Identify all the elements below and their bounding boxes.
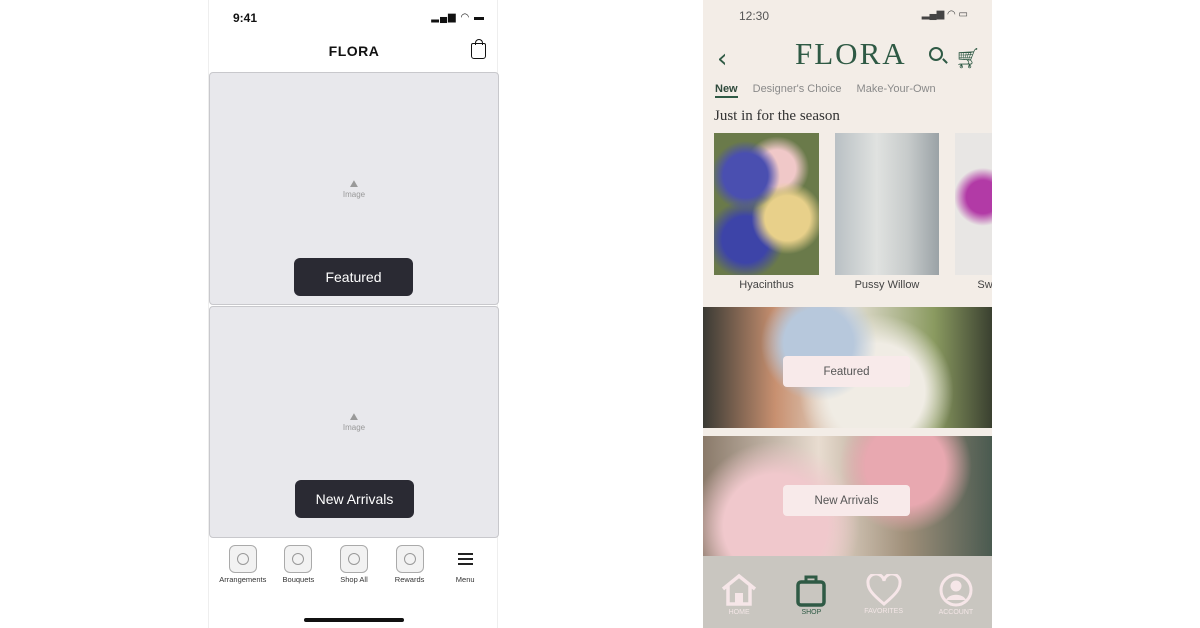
nav-home[interactable]: HOME	[709, 573, 769, 616]
search-icon[interactable]	[929, 47, 943, 61]
nav-shop[interactable]: SHOP	[781, 573, 841, 616]
nav-account[interactable]: ACCOUNT	[926, 573, 986, 616]
bottom-nav: Arrangements Bouquets Shop All Rewards M…	[209, 545, 499, 584]
product-name: Sw	[977, 279, 992, 291]
product-name: Pussy Willow	[854, 279, 920, 291]
product-image-pussy-willow[interactable]	[835, 133, 939, 275]
status-time: 12:30	[739, 9, 770, 23]
new-arrivals-card[interactable]: ⛰ Image New Arrivals	[209, 306, 499, 538]
nav-menu[interactable]: Menu	[437, 545, 493, 584]
image-placeholder: ⛰ Image	[210, 412, 498, 432]
status-icons: ▂▄▆ ◠ ▬	[431, 12, 485, 23]
placeholder-icon	[284, 545, 313, 573]
app-title: FLORA	[328, 43, 380, 59]
home-icon	[722, 573, 757, 606]
featured-banner[interactable]: Featured	[703, 307, 992, 428]
nav-shop-all[interactable]: Shop All	[326, 545, 382, 584]
tab-new[interactable]: New	[715, 83, 738, 98]
heart-icon	[866, 573, 902, 606]
account-icon	[939, 573, 973, 606]
tab-designers-choice[interactable]: Designer's Choice	[753, 83, 842, 98]
nav-rewards[interactable]: Rewards	[382, 545, 438, 584]
nav-favorites[interactable]: FAVORITES	[854, 573, 914, 615]
new-arrivals-banner[interactable]: New Arrivals	[703, 436, 992, 556]
menu-icon	[451, 545, 479, 573]
cart-icon[interactable]	[471, 39, 486, 59]
image-icon: ⛰	[349, 179, 359, 190]
image-icon: ⛰	[349, 412, 359, 423]
featured-button[interactable]: Featured	[294, 258, 413, 296]
shopping-bag-icon	[796, 575, 827, 607]
placeholder-icon	[228, 545, 257, 573]
featured-button[interactable]: Featured	[783, 356, 910, 387]
product-image-sweet-pea[interactable]	[955, 133, 992, 275]
new-arrivals-button[interactable]: New Arrivals	[295, 480, 414, 518]
wireframe-phone: 9:41 ▂▄▆ ◠ ▬ FLORA ⛰ Image Featured ⛰ Imag…	[208, 0, 499, 628]
cart-icon[interactable]: 🛒︎	[955, 46, 980, 71]
logo: FLORA	[795, 36, 907, 71]
featured-card[interactable]: ⛰ Image Featured	[209, 72, 499, 305]
new-arrivals-button[interactable]: New Arrivals	[783, 485, 910, 516]
nav-arrangements[interactable]: Arrangements	[215, 545, 271, 584]
tab-make-your-own[interactable]: Make-Your-Own	[857, 83, 936, 98]
bottom-nav: HOME SHOP FAVORITES ACCOUNT	[703, 556, 992, 628]
nav-bouquets[interactable]: Bouquets	[271, 545, 327, 584]
product-image-hyacinthus[interactable]	[714, 133, 819, 275]
tabs: New Designer's Choice Make-Your-Own	[715, 83, 936, 98]
placeholder-icon	[339, 545, 368, 573]
product-name: Hyacinthus	[739, 279, 794, 291]
mockup-phone: 12:30 ▂▄▆ ◠ ▭ ‹ FLORA 🛒︎ New Designer's …	[703, 0, 992, 628]
image-placeholder: ⛰ Image	[210, 179, 498, 199]
status-time: 9:41	[233, 11, 258, 25]
home-indicator	[304, 618, 404, 622]
placeholder-icon	[395, 545, 424, 573]
back-icon[interactable]: ‹	[717, 44, 727, 74]
status-icons: ▂▄▆ ◠ ▭	[921, 9, 968, 20]
section-title: Just in for the season	[714, 108, 840, 124]
